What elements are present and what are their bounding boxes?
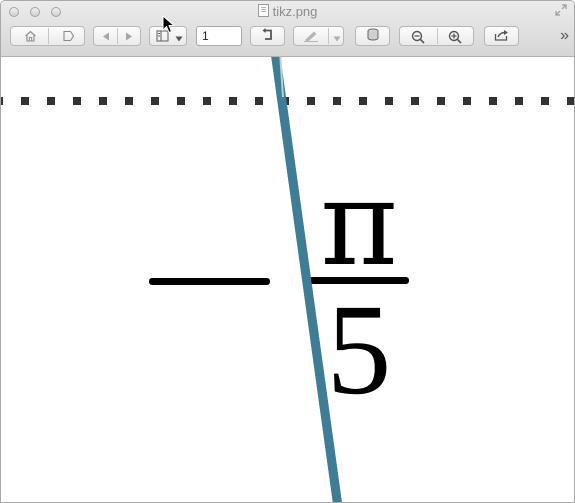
next-page-icon[interactable] [125,32,133,44]
page-number-field[interactable]: 1 [196,26,242,46]
fullscreen-expand-icon[interactable] [554,4,568,18]
database-icon [367,28,379,44]
page-navigation-segment [93,26,141,46]
zoom-out-icon[interactable] [411,30,425,47]
chevron-down-icon [175,33,183,45]
titlebar-toolbar: tikz.png 1 » [1,1,574,57]
previous-page-icon[interactable] [102,32,110,44]
toolbar-overflow-button[interactable]: » [560,28,569,44]
markup-segment [293,26,344,46]
tikz-figure [1,57,574,502]
image-canvas: π 5 [1,57,574,502]
share-icon [494,29,509,44]
stack-button[interactable] [355,26,390,46]
share-button[interactable] [484,26,519,46]
rotate-button[interactable] [250,26,285,46]
mouse-pointer-icon [162,15,176,34]
bookmark-icon[interactable] [62,30,75,45]
zoom-in-icon[interactable] [448,30,462,47]
pen-markup-icon[interactable] [303,30,319,45]
window-title: tikz.png [1,4,574,20]
chevron-down-icon[interactable] [333,33,341,45]
zoom-segment [399,26,474,46]
sidebar-segment [10,26,85,46]
document-icon [257,4,269,17]
preview-window: tikz.png 1 » π 5 [0,0,575,503]
expand-arrows-icon [555,4,567,16]
window-title-text: tikz.png [272,4,318,19]
fraction-numerator: π [320,154,398,292]
home-sidebar-icon[interactable] [24,30,37,45]
minus-sign [149,278,270,285]
fraction-denominator: 5 [326,278,392,422]
rotate-icon [262,28,274,44]
